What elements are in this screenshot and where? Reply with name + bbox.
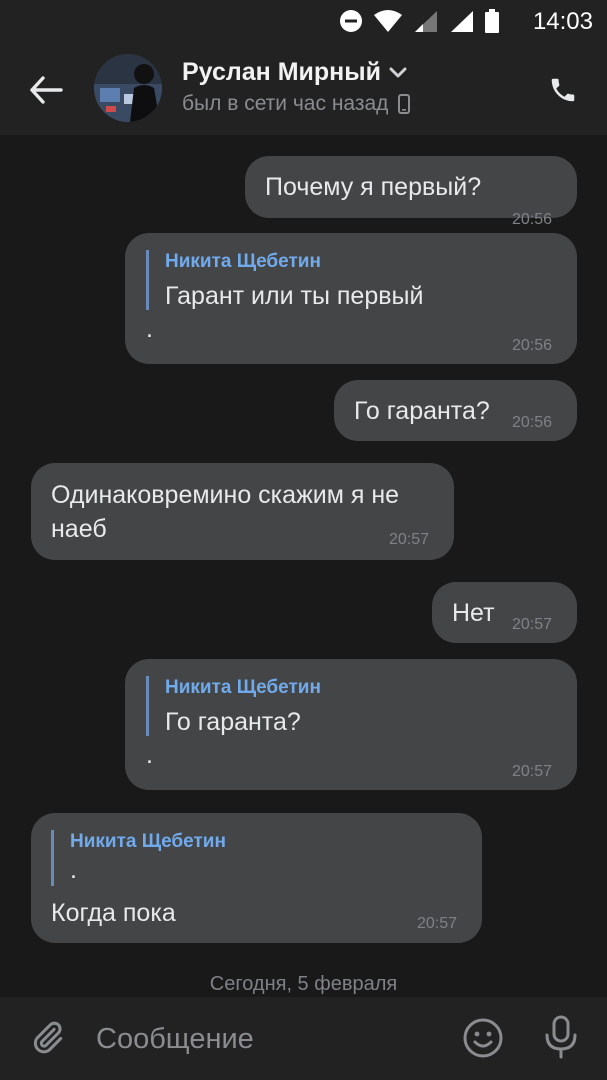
- microphone-icon: [545, 1015, 577, 1059]
- quote-author: Никита Щебетин: [165, 677, 321, 698]
- message-time: 20:56: [512, 211, 553, 228]
- message-input[interactable]: [96, 1017, 436, 1061]
- message-text: Почему я первый?: [265, 173, 482, 201]
- message-bubble-outgoing[interactable]: Никита Щебетин Го гаранта? . 20:57: [125, 659, 577, 790]
- quote-text: Гарант или ты первый: [165, 282, 424, 310]
- quote-text: .: [70, 856, 77, 884]
- message-time: 20:57: [389, 531, 430, 548]
- contact-name-row[interactable]: Руслан Мирный: [182, 58, 407, 87]
- message-text-line-1: Одинаковремино скажим я не: [51, 481, 400, 509]
- message-text: .: [146, 741, 153, 769]
- dnd-icon: [340, 10, 362, 32]
- message-bubble-outgoing[interactable]: Никита Щебетин Гарант или ты первый . 20…: [125, 233, 577, 364]
- chat-header: Руслан Мирный был в сети час назад: [0, 44, 607, 135]
- quote-text: Го гаранта?: [165, 708, 301, 736]
- message-bubble-outgoing[interactable]: Нет 20:57: [432, 582, 577, 643]
- message-bubble-incoming[interactable]: Одинаковремино скажим я не наеб 20:57: [31, 463, 454, 560]
- quote-author: Никита Щебетин: [165, 251, 321, 272]
- phone-device-icon: [398, 94, 411, 114]
- reply-quote[interactable]: Никита Щебетин .: [51, 830, 226, 886]
- status-bar: 14:03: [0, 0, 607, 44]
- signal-weak-icon: [415, 11, 437, 32]
- status-icons: [339, 8, 499, 34]
- attach-button[interactable]: [24, 1015, 70, 1061]
- contact-name: Руслан Мирный: [182, 58, 381, 86]
- emoji-button[interactable]: [460, 1015, 506, 1061]
- quote-author: Никита Щебетин: [70, 831, 226, 852]
- battery-icon: [485, 9, 499, 33]
- reply-quote[interactable]: Никита Щебетин Го гаранта?: [146, 676, 321, 736]
- back-arrow-icon: [30, 76, 63, 104]
- attach-icon: [33, 1021, 63, 1054]
- message-text-line-2: наеб: [51, 515, 107, 543]
- message-bubble-incoming[interactable]: Никита Щебетин . Когда пока 20:57: [31, 813, 482, 943]
- status-time: 14:03: [532, 8, 593, 35]
- reply-quote[interactable]: Никита Щебетин Гарант или ты первый: [146, 250, 423, 310]
- message-bubble-outgoing[interactable]: Почему я первый? 20:56: [245, 156, 577, 228]
- phone-call-icon: [551, 78, 575, 102]
- message-bubble-outgoing[interactable]: Го гаранта? 20:56: [334, 380, 577, 441]
- emoji-icon: [463, 1018, 503, 1058]
- avatar[interactable]: [94, 54, 162, 122]
- message-time: 20:56: [512, 337, 553, 354]
- message-time: 20:57: [417, 915, 458, 932]
- wifi-icon: [374, 10, 402, 32]
- message-text: .: [146, 315, 153, 343]
- avatar-image: [94, 54, 162, 122]
- microphone-button[interactable]: [538, 1013, 584, 1061]
- message-time: 20:57: [512, 616, 553, 633]
- message-composer: [0, 997, 607, 1080]
- contact-status: был в сети час назад: [182, 92, 389, 115]
- message-time: 20:57: [512, 763, 553, 780]
- message-text: Го гаранта?: [354, 397, 490, 425]
- date-separator: Сегодня, 5 февраля: [209, 973, 398, 995]
- back-button[interactable]: [24, 68, 68, 112]
- contact-status-row: был в сети час назад: [182, 92, 411, 116]
- message-text: Когда пока: [51, 899, 176, 927]
- message-list[interactable]: Почему я первый? 20:56 Никита Щебетин Га…: [0, 135, 607, 997]
- message-time: 20:56: [512, 414, 553, 431]
- signal-icon: [451, 11, 473, 32]
- chevron-down-icon: [389, 67, 407, 77]
- message-text: Нет: [452, 599, 495, 627]
- call-button[interactable]: [539, 66, 587, 114]
